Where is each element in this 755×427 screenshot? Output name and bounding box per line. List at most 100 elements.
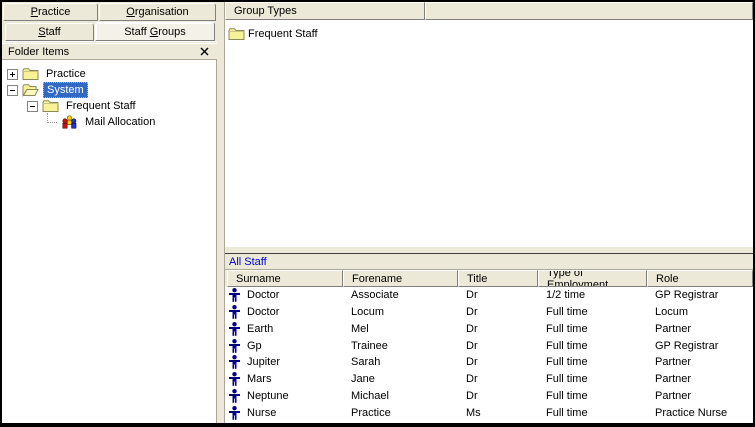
- window-content: Practice Organisation Staff Staff Groups F…: [2, 2, 753, 423]
- cell-role: Practice Nurse: [647, 407, 753, 419]
- cell-type-of-employment: Full time: [538, 306, 647, 318]
- cell-surname: Doctor: [227, 288, 343, 302]
- cell-role: Partner: [647, 356, 753, 368]
- group-types-header-row: Group Types: [225, 2, 753, 20]
- tree-item-label: Practice: [43, 67, 89, 81]
- tab-label: Staff Groups: [124, 26, 186, 38]
- cell-title: Dr: [458, 373, 538, 385]
- cell-surname: Nurse: [227, 406, 343, 420]
- tree-minus-expander-icon[interactable]: [27, 101, 38, 112]
- staff-row-jupiter-sarah[interactable]: JupiterSarahDrFull timePartner: [225, 354, 753, 371]
- staff-row-doctor-associate[interactable]: DoctorAssociateDr1/2 timeGP Registrar: [225, 287, 753, 304]
- group-type-label: Frequent Staff: [248, 28, 318, 40]
- tree-item-system[interactable]: System: [2, 82, 216, 98]
- tree-item-label: Mail Allocation: [82, 115, 158, 129]
- tree-plus-expander-icon[interactable]: [7, 69, 18, 80]
- person-icon: [229, 288, 240, 302]
- cell-type-of-employment: Full time: [538, 356, 647, 368]
- cell-forename: Trainee: [343, 340, 458, 352]
- open-folder-icon: [22, 83, 39, 97]
- cell-type-of-employment: Full time: [538, 340, 647, 352]
- tree-item-icon: [42, 99, 59, 113]
- tree-minus-expander-icon[interactable]: [7, 85, 18, 96]
- tab-organisation[interactable]: Organisation: [99, 3, 216, 21]
- folder-icon: [42, 99, 59, 113]
- cell-role: Partner: [647, 390, 753, 402]
- cell-forename: Michael: [343, 390, 458, 402]
- cell-surname: Doctor: [227, 305, 343, 319]
- group-type-item-frequent-staff[interactable]: Frequent Staff: [225, 26, 753, 42]
- person-icon: [229, 322, 240, 336]
- folder-icon: [228, 27, 245, 41]
- tree-item-frequent-staff[interactable]: Frequent Staff: [2, 98, 216, 114]
- tree-item-icon: [22, 67, 39, 81]
- column-header-title[interactable]: Title: [458, 270, 538, 287]
- group-types-panel: Group Types Frequent Staff: [225, 2, 753, 247]
- tab-staff[interactable]: Staff: [5, 23, 94, 41]
- cell-title: Dr: [458, 306, 538, 318]
- tree-item-icon: [61, 115, 78, 129]
- column-header-surname[interactable]: Surname: [227, 270, 343, 287]
- group-types-header-spacer: [425, 2, 753, 20]
- all-staff-rows: DoctorAssociateDr1/2 timeGP RegistrarDoc…: [225, 287, 753, 421]
- tab-label: Organisation: [126, 6, 188, 18]
- cell-type-of-employment: 1/2 time: [538, 289, 647, 301]
- folder-tree: PracticeSystemFrequent Staff Mail Allocat…: [2, 60, 217, 423]
- person-icon: [229, 355, 240, 369]
- cell-type-of-employment: Full time: [538, 323, 647, 335]
- cell-surname: Jupiter: [227, 355, 343, 369]
- staff-row-mars-jane[interactable]: MarsJaneDrFull timePartner: [225, 371, 753, 388]
- people-icon: [61, 115, 78, 129]
- person-icon: [229, 406, 240, 420]
- column-header-forename[interactable]: Forename: [343, 270, 458, 287]
- tab-row-1: Practice Organisation: [2, 2, 217, 22]
- cell-title: Dr: [458, 356, 538, 368]
- cell-type-of-employment: Full time: [538, 373, 647, 385]
- cell-surname: Neptune: [227, 389, 343, 403]
- cell-title: Dr: [458, 323, 538, 335]
- column-header-role[interactable]: Role: [647, 270, 753, 287]
- staff-row-earth-mel[interactable]: EarthMelDrFull timePartner: [225, 321, 753, 338]
- group-types-column-header[interactable]: Group Types: [225, 2, 425, 20]
- tab-practice[interactable]: Practice: [3, 3, 98, 21]
- tree-item-label: System: [43, 82, 88, 98]
- group-type-icon: [228, 27, 245, 41]
- all-staff-column-headers: SurnameForenameTitleType of EmploymentRo…: [225, 270, 753, 287]
- vertical-splitter[interactable]: [217, 2, 225, 423]
- tree-item-mail-allocation[interactable]: Mail Allocation: [2, 114, 216, 130]
- tree-item-practice[interactable]: Practice: [2, 66, 216, 82]
- person-icon: [229, 389, 240, 403]
- column-header-type-of-employment[interactable]: Type of Employment: [538, 270, 647, 287]
- staff-row-gp-trainee[interactable]: GpTraineeDrFull timeGP Registrar: [225, 337, 753, 354]
- tree-item-icon: [22, 83, 39, 97]
- cell-title: Dr: [458, 289, 538, 301]
- tab-row-2: Staff Staff Groups: [2, 22, 217, 42]
- cell-role: Locum: [647, 306, 753, 318]
- cell-type-of-employment: Full time: [538, 407, 647, 419]
- cell-surname: Earth: [227, 322, 343, 336]
- cell-surname: Mars: [227, 372, 343, 386]
- staff-row-doctor-locum[interactable]: DoctorLocumDrFull timeLocum: [225, 304, 753, 321]
- cell-title: Ms: [458, 407, 538, 419]
- cell-title: Dr: [458, 340, 538, 352]
- application-window: Practice Organisation Staff Staff Groups F…: [0, 0, 755, 427]
- folder-items-title: Folder Items: [8, 46, 198, 58]
- staff-row-nurse-practice[interactable]: NursePracticeMsFull timePractice Nurse: [225, 404, 753, 421]
- person-icon: [229, 372, 240, 386]
- cell-title: Dr: [458, 390, 538, 402]
- cell-role: GP Registrar: [647, 340, 753, 352]
- close-icon[interactable]: [198, 45, 211, 58]
- cell-forename: Mel: [343, 323, 458, 335]
- cell-role: Partner: [647, 323, 753, 335]
- tree-item-label: Frequent Staff: [63, 99, 139, 113]
- cell-type-of-employment: Full time: [538, 390, 647, 402]
- tab-label: Practice: [31, 6, 71, 18]
- tab-staff-groups[interactable]: Staff Groups: [95, 22, 215, 41]
- left-panel: Practice Organisation Staff Staff Groups F…: [2, 2, 217, 423]
- person-icon: [229, 305, 240, 319]
- staff-row-neptune-michael[interactable]: NeptuneMichaelDrFull timePartner: [225, 388, 753, 405]
- folder-icon: [22, 67, 39, 81]
- group-types-list: Frequent Staff: [225, 20, 753, 247]
- tab-label: Staff: [38, 26, 60, 38]
- cell-forename: Locum: [343, 306, 458, 318]
